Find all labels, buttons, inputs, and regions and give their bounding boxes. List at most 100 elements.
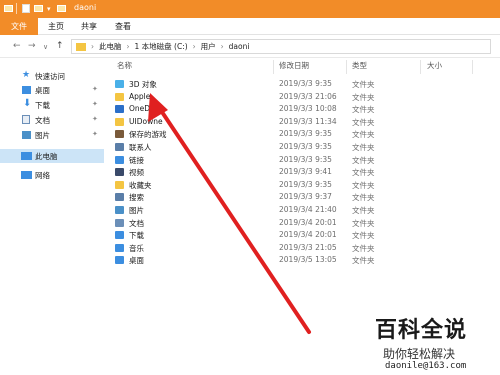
back-icon[interactable]: ← xyxy=(13,41,21,51)
download-icon xyxy=(115,231,124,240)
breadcrumb-daoni[interactable]: daoni xyxy=(229,42,250,51)
column-header-size[interactable]: 大小 xyxy=(427,60,442,74)
pin-icon[interactable]: ✦ xyxy=(92,85,98,93)
list-item[interactable]: OneDri 2019/3/3 10:08 文件夹 xyxy=(110,103,500,115)
watermark-email: daonile@163.com xyxy=(385,361,467,371)
column-divider[interactable] xyxy=(420,60,421,74)
file-date: 2019/3/4 21:40 xyxy=(279,205,337,214)
new-folder-icon[interactable] xyxy=(34,3,43,14)
properties-icon[interactable] xyxy=(22,3,30,14)
sidebar-item-desktop[interactable]: 桌面 ✦ xyxy=(0,83,104,97)
folder-icon xyxy=(4,3,13,14)
list-item[interactable]: 音乐 2019/3/3 21:05 文件夹 xyxy=(110,242,500,254)
list-item[interactable]: 图片 2019/3/4 21:40 文件夹 xyxy=(110,204,500,216)
tab-file[interactable]: 文件 xyxy=(0,18,38,35)
up-icon[interactable]: ↑ xyxy=(56,41,64,51)
pictures-icon xyxy=(22,131,31,139)
ribbon: 文件 主页 共享 查看 xyxy=(0,18,500,35)
watermark-slogan: 助你轻松解决 xyxy=(383,347,456,361)
breadcrumb-separator: › xyxy=(220,42,224,51)
file-name: 搜索 xyxy=(129,193,144,203)
sidebar-item-documents[interactable]: 文档 ✦ xyxy=(0,113,104,127)
window-title: daoni xyxy=(74,3,97,12)
file-date: 2019/3/3 9:35 xyxy=(279,142,332,151)
sidebar-item-label: 下载 xyxy=(35,101,50,110)
folder-icon xyxy=(57,3,66,14)
breadcrumb-separator: › xyxy=(126,42,130,51)
computer-icon xyxy=(21,152,32,160)
list-item[interactable]: 桌面 2019/3/5 13:05 文件夹 xyxy=(110,254,500,266)
file-name: 收藏夹 xyxy=(129,180,152,190)
chevron-down-icon[interactable]: ▾ xyxy=(47,3,51,14)
tab-share[interactable]: 共享 xyxy=(81,18,97,35)
file-type: 文件夹 xyxy=(352,143,375,152)
breadcrumb-this-pc[interactable]: 此电脑 xyxy=(99,41,122,52)
column-header-name[interactable]: 名称 xyxy=(117,60,132,74)
document-icon xyxy=(115,218,124,227)
file-date: 2019/3/4 20:01 xyxy=(279,230,337,240)
sidebar-item-pictures[interactable]: 图片 ✦ xyxy=(0,128,104,142)
file-name: 桌面 xyxy=(129,256,144,266)
file-type: 文件夹 xyxy=(352,218,375,228)
star-icon: ★ xyxy=(22,70,31,80)
download-icon: ⬇ xyxy=(23,98,32,109)
document-icon xyxy=(22,115,30,124)
file-name: 链接 xyxy=(129,155,144,165)
forward-icon[interactable]: → xyxy=(28,41,36,51)
sidebar-item-label: 快速访问 xyxy=(35,72,65,81)
file-type: 文件夹 xyxy=(352,243,375,253)
tab-view[interactable]: 查看 xyxy=(115,18,131,35)
list-item[interactable]: UIDowne 2019/3/3 11:34 文件夹 xyxy=(110,116,500,128)
pin-icon[interactable]: ✦ xyxy=(92,130,98,138)
file-date: 2019/3/3 9:37 xyxy=(279,192,332,202)
breadcrumb-drive-c[interactable]: 1 本地磁盘 (C:) xyxy=(135,41,188,52)
list-item[interactable]: 收藏夹 2019/3/3 9:35 文件夹 xyxy=(110,179,500,191)
tab-home[interactable]: 主页 xyxy=(48,18,64,35)
sidebar-item-label: 网络 xyxy=(35,171,50,180)
column-header-type[interactable]: 类型 xyxy=(352,60,367,74)
file-date: 2019/3/4 20:01 xyxy=(279,217,337,227)
file-date: 2019/3/5 13:05 xyxy=(279,255,337,265)
pin-icon[interactable]: ✦ xyxy=(92,100,98,108)
breadcrumb-separator: › xyxy=(192,42,196,51)
desktop-icon xyxy=(115,256,124,265)
address-box[interactable]: › 此电脑 › 1 本地磁盘 (C:) › 用户 › daoni xyxy=(71,39,491,54)
list-item[interactable]: 联系人 2019/3/3 9:35 文件夹 xyxy=(110,141,500,153)
column-header-date[interactable]: 修改日期 xyxy=(279,60,309,74)
column-divider[interactable] xyxy=(273,60,274,74)
breadcrumb-users[interactable]: 用户 xyxy=(201,41,216,52)
file-name: 图片 xyxy=(129,206,144,215)
file-name: 下载 xyxy=(129,231,144,241)
file-date: 2019/3/3 21:06 xyxy=(279,91,337,101)
watermark-brand: 百科全说 xyxy=(375,318,468,343)
list-item[interactable]: 视频 2019/3/3 9:41 文件夹 xyxy=(110,166,500,178)
sidebar-item-network[interactable]: 网络 xyxy=(0,168,104,182)
search-icon xyxy=(115,193,124,202)
file-name: 视频 xyxy=(129,168,144,178)
recent-locations-icon[interactable]: ∨ xyxy=(43,43,48,51)
pictures-icon xyxy=(115,206,124,214)
file-type: 文件夹 xyxy=(352,92,375,102)
list-item[interactable]: Apple 2019/3/3 21:06 文件夹 xyxy=(110,91,500,103)
sidebar-item-this-pc[interactable]: 此电脑 xyxy=(0,149,104,163)
sidebar-item-quick-access[interactable]: ★ 快速访问 xyxy=(0,69,104,83)
pin-icon[interactable]: ✦ xyxy=(92,115,98,123)
list-item[interactable]: 3D 对象 2019/3/3 9:35 文件夹 xyxy=(110,78,500,90)
sidebar-item-downloads[interactable]: ⬇ 下载 ✦ xyxy=(0,98,104,112)
list-item[interactable]: 下载 2019/3/4 20:01 文件夹 xyxy=(110,229,500,241)
list-item[interactable]: 链接 2019/3/3 9:35 文件夹 xyxy=(110,154,500,166)
list-item[interactable]: 搜索 2019/3/3 9:37 文件夹 xyxy=(110,191,500,203)
file-name: OneDri xyxy=(129,104,156,114)
column-divider[interactable] xyxy=(346,60,347,74)
address-bar-row: ← → ∨ ↑ › 此电脑 › 1 本地磁盘 (C:) › 用户 › daoni xyxy=(0,35,500,58)
3d-objects-icon xyxy=(115,80,124,88)
breadcrumb-separator: › xyxy=(91,42,94,51)
file-date: 2019/3/3 9:35 xyxy=(279,179,332,189)
network-icon xyxy=(21,171,32,179)
column-divider[interactable] xyxy=(472,60,473,74)
file-name: UIDowne xyxy=(129,116,163,126)
file-type: 文件夹 xyxy=(352,256,375,266)
onedrive-icon xyxy=(115,105,124,114)
list-item[interactable]: 保存的游戏 2019/3/3 9:35 文件夹 xyxy=(110,128,500,140)
list-item[interactable]: 文档 2019/3/4 20:01 文件夹 xyxy=(110,217,500,229)
